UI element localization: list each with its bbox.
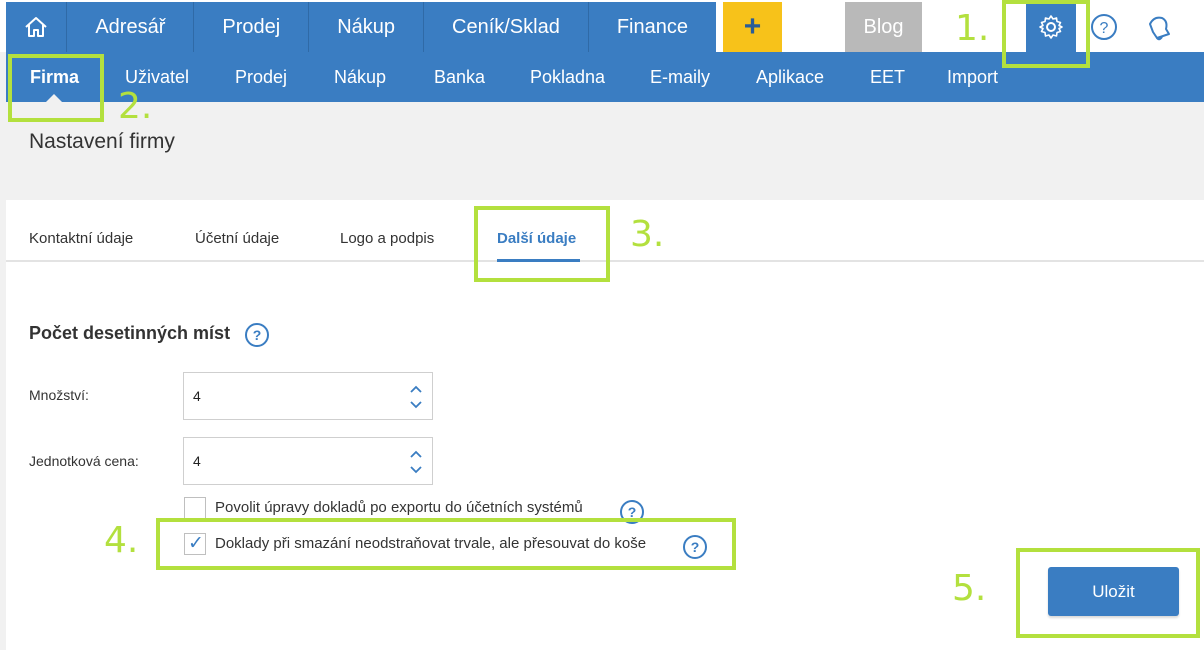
spinner-icon[interactable] (409, 383, 423, 411)
subnav-item-pokladna[interactable]: Pokladna (530, 52, 605, 102)
nav-item-finance[interactable]: Finance (589, 2, 716, 52)
unit-price-stepper[interactable]: 4 (183, 437, 433, 485)
highlight-firma (8, 54, 104, 122)
nav-item-nakup[interactable]: Nákup (309, 2, 424, 52)
bell-icon (1149, 16, 1170, 41)
highlight-settings (1002, 0, 1090, 68)
page-title: Nastavení firmy (29, 130, 175, 153)
help-icon: ? (1091, 14, 1117, 40)
allow-edit-after-export-checkbox[interactable] (184, 497, 206, 519)
help-icon[interactable]: ? (245, 323, 269, 347)
allow-edit-after-export-label: Povolit úpravy dokladů po exportu do úče… (215, 499, 583, 516)
highlight-save (1016, 548, 1200, 638)
unit-price-label: Jednotková cena: (29, 453, 139, 469)
quantity-stepper[interactable]: 4 (183, 372, 433, 420)
subnav-item-banka[interactable]: Banka (434, 52, 485, 102)
notifications-button[interactable] (1145, 13, 1173, 46)
svg-text:?: ? (1100, 20, 1109, 37)
nav-item-prodej[interactable]: Prodej (194, 2, 310, 52)
main-nav: Adresář Prodej Nákup Ceník/Sklad Finance (6, 2, 716, 52)
unit-price-value: 4 (193, 453, 201, 469)
highlight-trash-option (156, 518, 736, 570)
blog-button[interactable]: Blog (845, 2, 922, 52)
section-title: Počet desetinných míst (29, 323, 231, 343)
step-number-2: 2. (118, 86, 153, 127)
step-number-5: 5. (952, 568, 987, 609)
quantity-label: Množství: (29, 387, 89, 403)
subnav-item-nakup[interactable]: Nákup (334, 52, 386, 102)
subnav-item-prodej[interactable]: Prodej (235, 52, 287, 102)
tab-ucetni-udaje[interactable]: Účetní údaje (195, 230, 279, 247)
subnav-item-eet[interactable]: EET (870, 52, 905, 102)
nav-item-adresar[interactable]: Adresář (67, 2, 195, 52)
home-button[interactable] (6, 2, 68, 52)
highlight-dalsi-udaje (474, 206, 610, 282)
spinner-icon[interactable] (409, 448, 423, 476)
tab-kontaktni-udaje[interactable]: Kontaktní údaje (29, 230, 133, 247)
step-number-3: 3. (630, 214, 665, 255)
tab-logo-a-podpis[interactable]: Logo a podpis (340, 230, 434, 247)
subnav-item-import[interactable]: Import (947, 52, 998, 102)
step-number-4: 4. (104, 520, 139, 561)
help-button[interactable]: ? (1090, 13, 1118, 46)
subnav-item-emaily[interactable]: E-maily (650, 52, 710, 102)
nav-item-cenik-sklad[interactable]: Ceník/Sklad (424, 2, 589, 52)
home-icon (25, 17, 47, 37)
subnav-item-aplikace[interactable]: Aplikace (756, 52, 824, 102)
step-number-1: 1. (955, 8, 990, 49)
add-button[interactable]: + (723, 2, 782, 52)
quantity-value: 4 (193, 388, 201, 404)
